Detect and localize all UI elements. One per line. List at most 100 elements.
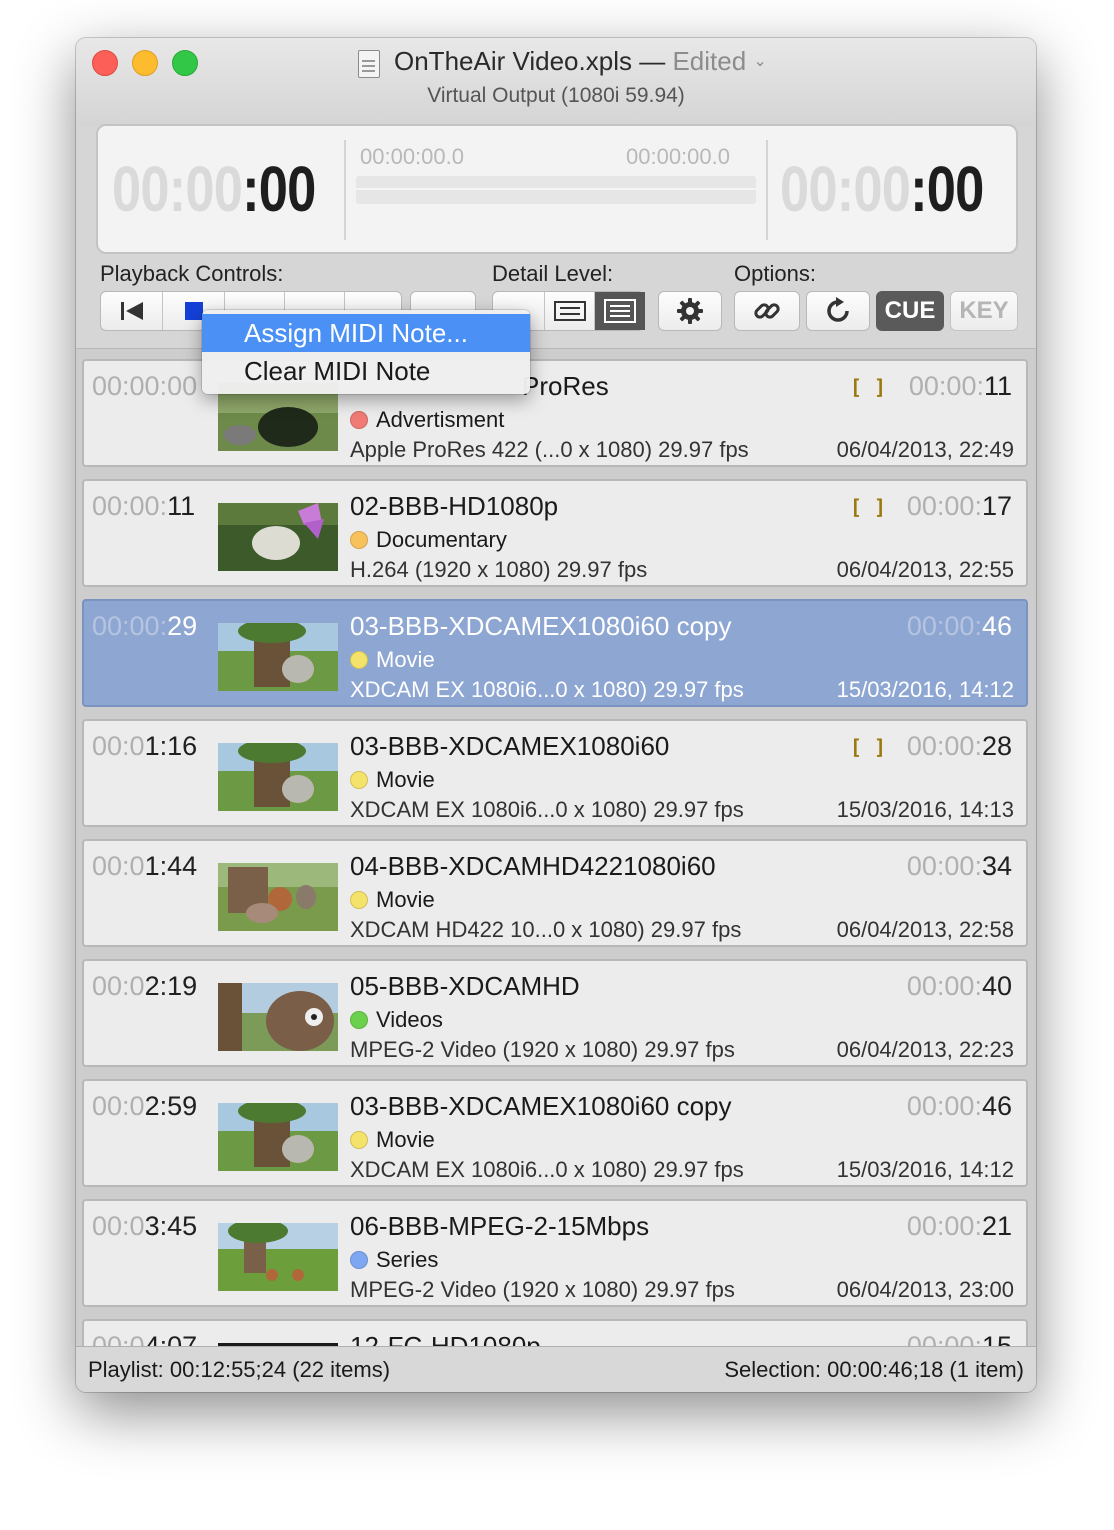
item-date: 06/04/2013, 22:55	[836, 557, 1014, 582]
item-start-time: 00:00:00	[92, 371, 197, 402]
settings-button[interactable]	[658, 291, 722, 331]
playlist-item[interactable]: 00:02:59 03-BBB-XDCAMEX1080i60 copy Movi…	[82, 1079, 1028, 1187]
item-start-time: 00:00:29	[92, 611, 197, 642]
previous-button[interactable]	[101, 292, 163, 330]
duration-bold: 46	[981, 611, 1012, 641]
duration-bold: 21	[981, 1211, 1012, 1241]
item-start-time: 00:02:19	[92, 971, 197, 1002]
item-name: 06-BBB-MPEG-2-15Mbps	[350, 1211, 650, 1241]
item-format-info: XDCAM EX 1080i6...0 x 1080) 29.97 fps	[350, 1157, 744, 1182]
link-button-face[interactable]	[735, 292, 799, 330]
playback-progress-bar[interactable]	[356, 176, 756, 204]
item-format-info: XDCAM HD422 10...0 x 1080) 29.97 fps	[350, 917, 742, 942]
playlist-item[interactable]: 00:03:45 06-BBB-MPEG-2-15Mbps Series MPE…	[82, 1199, 1028, 1307]
category-label: Movie	[376, 1127, 435, 1152]
category-label: Movie	[376, 767, 435, 792]
duration-dim: 00:00:	[906, 971, 982, 1001]
gear-icon	[677, 298, 703, 324]
category-color-dot	[350, 531, 368, 549]
link-button[interactable]	[734, 291, 800, 331]
window-title[interactable]: OnTheAir Video.xpls — Edited ⌄	[394, 46, 767, 77]
item-start-time: 00:04:07	[92, 1331, 197, 1347]
playlist[interactable]: 00:00:00 ProRes Advertisment Apple ProRe…	[76, 348, 1036, 1347]
chevron-down-icon[interactable]: ⌄	[753, 53, 766, 70]
position-end-time: 00:00:00.0	[626, 144, 730, 169]
duration-dim: 00:00:	[906, 1091, 982, 1121]
close-window-button[interactable]	[92, 50, 118, 76]
duration-dim: 00:00:	[906, 611, 982, 641]
item-start-time: 00:02:59	[92, 1091, 197, 1122]
playback-controls-label: Playback Controls:	[100, 261, 284, 286]
item-start-time: 00:03:45	[92, 1211, 197, 1242]
playlist-item[interactable]: 00:01:44 04-BBB-XDCAMHD4221080i60 Movie …	[82, 839, 1028, 947]
bracket-icon: [ ]	[849, 375, 886, 399]
duration-dim: 00:00:	[908, 371, 984, 401]
elapsed-timer-dim: 00:00	[112, 153, 243, 225]
assign-midi-note-menu-item[interactable]: Assign MIDI Note...	[202, 314, 530, 352]
duration-bold: 17	[981, 491, 1012, 521]
duration-bold: 15	[981, 1331, 1012, 1347]
list-medium-icon	[553, 301, 586, 321]
title-bar: OnTheAir Video.xpls — Edited ⌄ Virtual O…	[76, 38, 1036, 126]
item-name: 12-FC-HD1080p	[350, 1331, 541, 1347]
item-start-time: 00:01:16	[92, 731, 197, 762]
minimize-window-button[interactable]	[132, 50, 158, 76]
duration-bold: 34	[981, 851, 1012, 881]
item-duration: 00:00:11	[909, 371, 1012, 402]
list-large-icon	[604, 299, 636, 323]
playlist-item[interactable]: 00:02:19 05-BBB-XDCAMHD Videos MPEG-2 Vi…	[82, 959, 1028, 1067]
item-format-info: H.264 (1920 x 1080) 29.97 fps	[350, 557, 648, 582]
cue-button[interactable]: CUE	[876, 291, 944, 331]
loop-button-face[interactable]	[807, 292, 869, 330]
playlist-item-selected[interactable]: 00:00:29 03-BBB-XDCAMEX1080i60 copy Movi…	[82, 599, 1028, 707]
document-name: OnTheAir Video.xpls	[394, 46, 632, 76]
playlist-item[interactable]: 00:00:11 02-BBB-HD1080p Documentary H.26…	[82, 479, 1028, 587]
start-time-dim: 00:0	[92, 1091, 145, 1121]
duration-dim: 00:00:	[906, 1331, 982, 1347]
bracket-icon: [ ]	[849, 495, 886, 519]
loop-icon	[827, 297, 849, 322]
playlist-item[interactable]: 00:01:16 03-BBB-XDCAMEX1080i60 Movie XDC…	[82, 719, 1028, 827]
start-time-bold: 29	[167, 611, 198, 641]
elapsed-timer-bold: :00	[242, 153, 316, 225]
duration-dim: 00:00:	[906, 491, 982, 521]
position-start-time: 00:00:00.0	[360, 144, 464, 169]
clear-midi-note-menu-item[interactable]: Clear MIDI Note	[202, 352, 530, 390]
selection-summary: Selection: 00:00:46;18 (1 item)	[724, 1357, 1024, 1382]
item-name: 02-BBB-HD1080p	[350, 491, 559, 521]
settings-button-face[interactable]	[659, 292, 721, 330]
video-thumbnail	[218, 743, 338, 811]
item-category: Documentary	[350, 527, 507, 553]
item-date: 15/03/2016, 14:12	[836, 677, 1014, 702]
detail-level-label: Detail Level:	[492, 261, 614, 286]
item-date: 06/04/2013, 22:49	[836, 437, 1014, 462]
edited-status: Edited	[672, 46, 747, 76]
item-duration: 00:00:46	[907, 1091, 1012, 1122]
duration-bold: 28	[981, 731, 1012, 761]
item-start-time: 00:00:11	[92, 491, 195, 522]
start-time-dim: 00:00:00	[92, 371, 198, 401]
timer-divider	[766, 140, 768, 240]
video-thumbnail	[218, 863, 338, 931]
duration-bold: 46	[981, 1091, 1012, 1121]
loop-button[interactable]	[806, 291, 870, 331]
detail-level-large-button[interactable]	[595, 292, 645, 330]
item-duration: 00:00:17	[907, 491, 1012, 522]
start-time-dim: 00:0	[92, 971, 145, 1001]
key-button[interactable]: KEY	[950, 291, 1018, 331]
playlist-item[interactable]: 00:04:07 12-FC-HD1080p 00:00:15	[82, 1319, 1028, 1347]
title-separator: —	[631, 46, 673, 76]
duration-dim: 00:00:	[906, 731, 982, 761]
document-icon	[358, 50, 380, 78]
item-date: 15/03/2016, 14:12	[836, 1157, 1014, 1182]
detail-level-medium-button[interactable]	[545, 292, 595, 330]
start-time-bold: 3:45	[144, 1211, 198, 1241]
remaining-timer-bold: :00	[910, 153, 984, 225]
start-time-dim: 00:00:	[92, 611, 168, 641]
item-start-time: 00:01:44	[92, 851, 197, 882]
video-thumbnail	[218, 1103, 338, 1171]
zoom-window-button[interactable]	[172, 50, 198, 76]
playlist-summary: Playlist: 00:12:55;24 (22 items)	[88, 1357, 391, 1382]
category-color-dot	[350, 891, 368, 909]
item-name: ProRes	[522, 371, 609, 401]
